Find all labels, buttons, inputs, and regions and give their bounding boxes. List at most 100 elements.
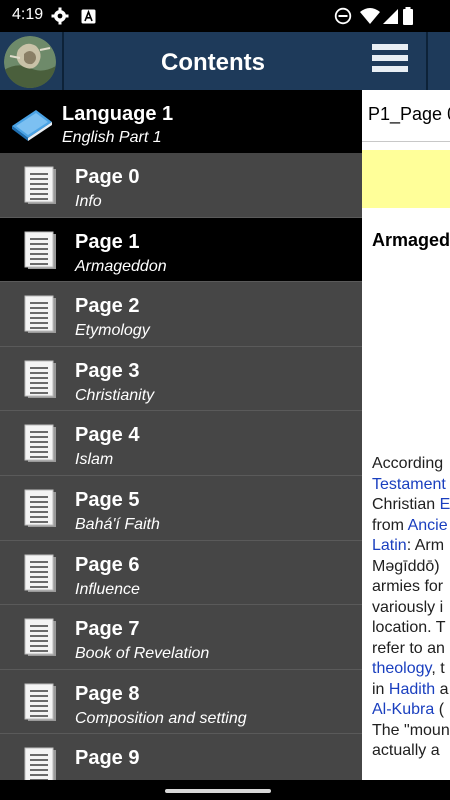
article-link[interactable]: theology [372,660,431,677]
page-item-subtitle: Influence [75,580,140,598]
page-item-title: Page 0 [75,166,140,188]
page-item[interactable]: Page 0 Info [0,153,362,218]
document-icon [24,683,58,722]
page-item[interactable]: Page 2 Etymology [0,282,362,347]
article-text-run: from [372,516,408,534]
article-text-run: refer to an [372,639,445,657]
page-item-subtitle: Etymology [75,322,150,340]
article-line: Christian E [372,495,450,516]
page-item[interactable]: Page 8 Composition and setting [0,669,362,735]
page-item-subtitle: Bahá'í Faith [75,515,160,533]
article-text-run: The "moun [372,721,450,739]
page-item-title: Page 4 [75,424,140,447]
article-text-run: location. T [372,619,446,636]
article-line: armies for [372,577,450,598]
page-item-title: Page 2 [75,295,140,318]
article-line: variously i [372,598,450,619]
status-time: 4:19 [12,6,44,23]
article-line: from Ancie [372,516,450,537]
page-tab[interactable]: P1_Page 0 [362,90,450,142]
article-link[interactable]: E [440,496,450,513]
page-item[interactable]: Page 3 Christianity [0,346,362,412]
article-title: Armageddon [372,230,450,250]
article-text-run: Məgīddō) [372,557,440,575]
article-link[interactable]: Testament [372,476,446,493]
article-line: The "moun [372,721,450,742]
document-icon [24,231,58,270]
page-item-subtitle: Composition and setting [75,709,247,727]
page-item-title: Page 9 [75,747,140,770]
navigation-drawer: Contents Language 1 English Part 1 Page … [0,32,362,780]
hamburger-menu-icon[interactable] [372,44,412,78]
article-text-run: , t [431,660,445,677]
document-icon [24,360,58,399]
language-subtitle: English Part 1 [62,129,162,146]
article-line: refer to an [372,639,450,660]
page-tab-label: P1_Page 0 [368,104,450,124]
page-item-subtitle: Book of Revelation [75,645,210,663]
page-item-title: Page 3 [75,359,140,382]
document-icon [24,554,58,593]
battery-icon [402,7,414,25]
article-link[interactable]: Al-Kubra [372,701,434,718]
settings-gear-icon [51,7,69,25]
page-item-title: Page 6 [75,553,140,576]
page-item-subtitle: Armageddon [75,257,167,275]
article-text-run: Christian [372,496,440,513]
language-row[interactable]: Language 1 English Part 1 [0,90,362,153]
drawer-title: Contents [161,49,265,76]
content-page: P1_Page 0 Armageddon According Testament C… [362,32,450,780]
content-header [362,32,450,90]
document-icon [24,489,58,528]
app-logo-icon [4,36,56,88]
drawer-header: Contents [0,32,362,90]
page-item-title: Page 5 [75,488,140,511]
article-line: Latin: Arm [372,536,450,557]
article-link[interactable]: Hadith [389,681,435,698]
article-text-run: variously i [372,598,444,616]
page-item[interactable]: Page 4 Islam [0,411,362,476]
article-link[interactable]: Latin [372,537,407,554]
page-item-title: Page 8 [75,682,140,705]
article-line: actually a [372,741,450,762]
page-item-subtitle: Islam [75,451,114,469]
page-item-subtitle: Info [75,193,102,210]
document-icon [24,424,58,463]
article-text-run: in [372,680,389,698]
article-line: Testament [372,475,450,496]
article-line: location. T [372,618,450,639]
article-line: in Hadith a [372,680,450,701]
page-item[interactable]: Page 5 Bahá'í Faith [0,475,362,541]
header-separator [426,32,428,90]
book-icon [10,104,54,142]
page-item[interactable]: Page 7 Book of Revelation [0,605,362,670]
highlight-band [362,150,450,208]
article-line: According [372,454,450,475]
page-list: Page 0 Info Page 1 Armageddon Page 2 Etymolog… [0,153,362,780]
article-text-run: According [372,455,444,472]
page-item[interactable]: Page 6 Influence [0,540,362,606]
language-title: Language 1 [62,103,174,125]
document-icon [24,166,58,205]
page-item-subtitle: Christianity [75,386,155,404]
status-bar: 4:19 [0,0,450,32]
wifi-icon [359,7,381,25]
page-item[interactable]: Page 9 [0,734,362,780]
a-notification-icon [79,7,97,25]
article-text-run: actually a [372,742,440,759]
do-not-disturb-icon [334,7,352,25]
document-icon [24,747,58,780]
article-text: According Testament Christian Efrom Ancie L… [372,454,450,762]
home-gesture-pill[interactable] [165,789,271,793]
page-item[interactable]: Page 1 Armageddon [0,217,362,283]
page-item-title: Page 1 [75,230,140,253]
article-line: Al-Kubra ( [372,700,450,721]
article-text-run: armies for [372,578,444,595]
article-text-run: a [435,680,449,698]
document-icon [24,295,58,334]
article-link[interactable]: Ancie [408,517,448,534]
document-icon [24,618,58,657]
page-item-title: Page 7 [75,618,140,641]
article-text-run: ( [434,701,445,718]
article-line: theology, t [372,659,450,680]
